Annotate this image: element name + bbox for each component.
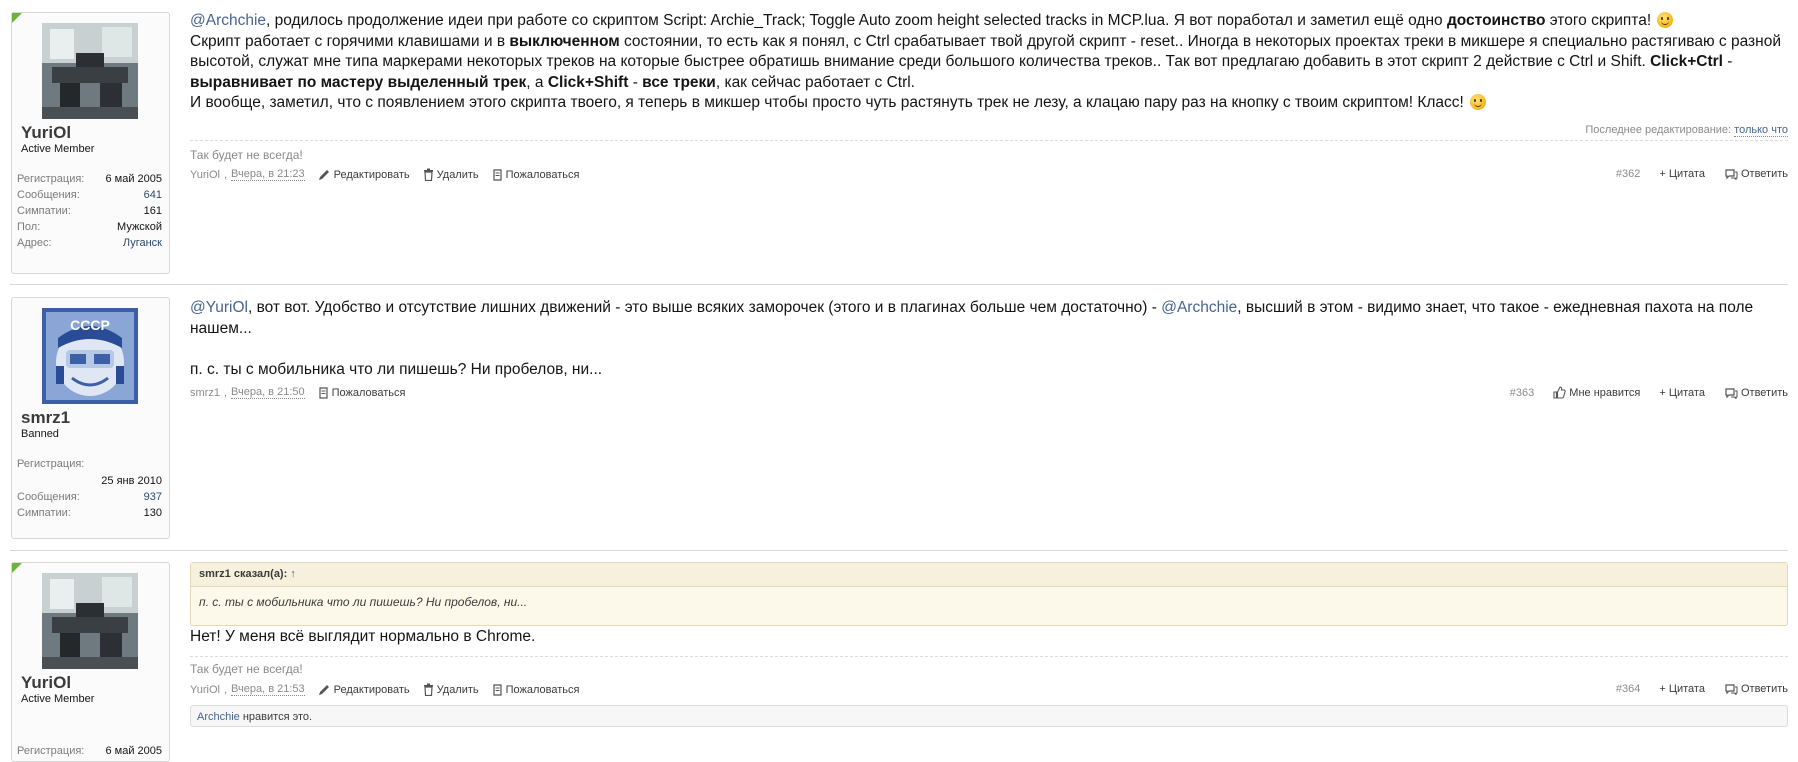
- thumbs-up-icon: [1553, 386, 1566, 399]
- signature-divider: [190, 140, 1788, 141]
- username[interactable]: smrz1: [21, 408, 70, 428]
- trash-icon: [423, 683, 433, 696]
- smile-icon: [1657, 12, 1674, 28]
- delete-button[interactable]: Удалить: [423, 168, 479, 181]
- online-indicator: [12, 563, 22, 573]
- speech-bubble-icon: [1725, 684, 1738, 695]
- last-edited-time[interactable]: только что: [1734, 124, 1788, 137]
- reply-button[interactable]: Ответить: [1724, 168, 1788, 180]
- reply-button[interactable]: Ответить: [1724, 387, 1788, 399]
- stat-likes: Симпатии: 161: [17, 205, 162, 217]
- stat-gender: Пол: Мужской: [17, 221, 162, 233]
- quote-button[interactable]: + Цитата: [1659, 168, 1705, 180]
- quote-button[interactable]: + Цитата: [1659, 387, 1705, 399]
- signature: Так будет не всегда!: [190, 662, 303, 676]
- speech-bubble-icon: [1725, 169, 1738, 180]
- pencil-icon: [318, 685, 329, 695]
- quote-text: п. с. ты с мобильника что ли пишешь? Ни …: [199, 595, 528, 609]
- user-info: CCCP smrz1 Banned Регистрация: 25 янв 201…: [11, 297, 170, 539]
- smile-icon: [1470, 94, 1487, 110]
- post-date[interactable]: Вчера, в 21:53: [231, 683, 305, 696]
- report-icon: [493, 683, 502, 696]
- like-button[interactable]: Мне нравится: [1553, 386, 1640, 399]
- post-footer: smrz1, Вчера, в 21:50 Пожаловаться #363 …: [190, 386, 1788, 399]
- user-title: Active Member: [21, 693, 95, 705]
- edit-button[interactable]: Редактировать: [318, 168, 410, 181]
- post-363: CCCP smrz1 Banned Регистрация: 25 янв 201…: [0, 286, 1798, 551]
- online-indicator: [12, 13, 22, 23]
- likes-summary: Archchie нравится это.: [190, 705, 1788, 727]
- stat-messages: Сообщения: 937: [17, 491, 162, 503]
- user-info: YuriOl Active Member Регистрация: 6 май 2…: [11, 12, 170, 274]
- stat-registration: Регистрация: 25 янв 2010: [17, 458, 162, 487]
- stat-location: Адрес: Луганск: [17, 237, 162, 249]
- quote-author: smrz1 сказал(а):: [199, 568, 288, 580]
- avatar[interactable]: [42, 573, 138, 669]
- quote-button[interactable]: + Цитата: [1659, 683, 1705, 695]
- post-date[interactable]: Вчера, в 21:50: [231, 386, 305, 399]
- mention-link[interactable]: @Archchie: [1161, 299, 1237, 316]
- quote-jump-arrow[interactable]: ↑: [290, 568, 296, 580]
- reply-button[interactable]: Ответить: [1724, 683, 1788, 695]
- delete-button[interactable]: Удалить: [423, 683, 479, 696]
- footer-author[interactable]: YuriOl: [190, 684, 220, 696]
- pencil-icon: [318, 170, 329, 180]
- post-362: YuriOl Active Member Регистрация: 6 май 2…: [0, 0, 1798, 285]
- report-button[interactable]: Пожаловаться: [492, 684, 580, 696]
- signature-divider: [190, 656, 1788, 657]
- user-info: YuriOl Active Member Регистрация: 6 май 2…: [11, 562, 170, 762]
- stat-registration: Регистрация: 6 май 2005: [17, 173, 162, 185]
- post-number[interactable]: #362: [1616, 168, 1640, 180]
- report-icon: [493, 168, 502, 181]
- liker-link[interactable]: Archchie: [197, 711, 240, 723]
- report-button[interactable]: Пожаловаться: [318, 386, 405, 399]
- report-button[interactable]: Пожаловаться: [492, 169, 580, 181]
- message-body: Нет! У меня всё выглядит нормально в Chr…: [190, 628, 536, 645]
- post-divider: [10, 550, 1788, 551]
- stat-messages: Сообщения: 641: [17, 189, 162, 201]
- post-footer: YuriOl, Вчера, в 21:23 Редактировать Уда…: [190, 168, 1788, 181]
- mention-link[interactable]: @Archchie: [190, 12, 266, 29]
- avatar[interactable]: [42, 23, 138, 119]
- username[interactable]: YuriOl: [21, 673, 71, 693]
- edit-button[interactable]: Редактировать: [318, 683, 410, 696]
- post-number[interactable]: #364: [1616, 683, 1640, 695]
- quote-header: smrz1 сказал(а): ↑: [191, 563, 1787, 587]
- post-footer: YuriOl, Вчера, в 21:53 Редактировать Уда…: [190, 683, 1788, 696]
- signature: Так будет не всегда!: [190, 148, 303, 162]
- stat-registration: Регистрация: 6 май 2005: [17, 745, 162, 757]
- quote-block: smrz1 сказал(а): ↑ п. с. ты с мобильника…: [190, 562, 1788, 626]
- avatar-cccp-image: CCCP: [42, 308, 138, 404]
- last-edited: Последнее редактирование: только что: [1585, 124, 1788, 137]
- user-title: Active Member: [21, 143, 95, 155]
- svg-text:CCCP: CCCP: [70, 317, 110, 333]
- avatar-studio-image: [42, 23, 138, 119]
- mention-link[interactable]: @YuriOl: [190, 299, 248, 316]
- post-date[interactable]: Вчера, в 21:23: [231, 168, 305, 181]
- post-number[interactable]: #363: [1510, 387, 1534, 399]
- report-icon: [319, 386, 328, 399]
- user-title: Banned: [21, 428, 59, 440]
- footer-author[interactable]: YuriOl: [190, 169, 220, 181]
- avatar-studio-image: [42, 573, 138, 669]
- username[interactable]: YuriOl: [21, 123, 71, 143]
- speech-bubble-icon: [1725, 387, 1738, 399]
- post-divider: [10, 284, 1788, 285]
- trash-icon: [423, 168, 433, 181]
- message-body: @YuriOl, вот вот. Удобство и отсутствие …: [190, 299, 1754, 378]
- post-364: YuriOl Active Member Регистрация: 6 май 2…: [0, 552, 1798, 762]
- message-body: @Archchie, родилось продолжение идеи при…: [190, 12, 1781, 111]
- stat-likes: Симпатии: 130: [17, 507, 162, 519]
- avatar[interactable]: CCCP: [42, 308, 138, 404]
- footer-author[interactable]: smrz1: [190, 387, 220, 399]
